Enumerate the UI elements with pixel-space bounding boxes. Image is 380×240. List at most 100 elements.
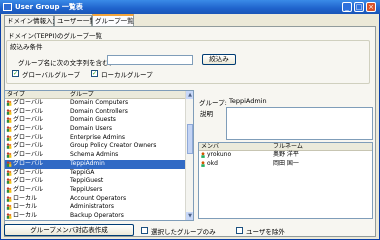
group-name: Domain Controllers xyxy=(70,107,128,115)
local-checkbox[interactable]: ✓ xyxy=(91,70,98,77)
group-list[interactable]: タイプ グループ グローバル Domain Computers グローバル Domai… xyxy=(4,90,194,221)
window-title: User Group 一覧表 xyxy=(15,3,83,11)
group-name: Domain Users xyxy=(70,125,112,133)
col-member-header[interactable]: メンバ xyxy=(201,143,219,151)
group-row[interactable]: グローバル Group Policy Creator Owners xyxy=(5,142,193,151)
group-row[interactable]: グローバル TeppiAdmin xyxy=(5,159,193,169)
group-icon xyxy=(6,109,12,115)
tab-group-list[interactable]: グループ一覧 xyxy=(92,14,134,26)
tab-user-list[interactable]: ユーザー一覧 xyxy=(54,15,96,26)
contains-input[interactable] xyxy=(107,55,193,65)
col-type-header[interactable]: タイプ xyxy=(7,91,25,99)
desc-label: 説明 xyxy=(200,110,213,118)
group-type: グローバル xyxy=(13,99,43,106)
group-name: Group Policy Creator Owners xyxy=(70,142,157,150)
member-id: yrokuno xyxy=(207,151,232,158)
scroll-thumb[interactable] xyxy=(187,124,193,154)
group-name: Domain Computers xyxy=(70,99,129,106)
user-icon xyxy=(201,161,205,167)
group-name: TeppiGA xyxy=(70,168,95,176)
group-icon xyxy=(6,152,12,158)
member-id: okd xyxy=(207,159,218,167)
group-type: グローバル xyxy=(13,177,43,185)
group-name: Backup Operators xyxy=(70,211,124,219)
close-button[interactable]: × xyxy=(366,2,376,12)
group-icon xyxy=(6,213,12,219)
member-fullname: 奥野 洋平 xyxy=(273,151,299,158)
create-table-button[interactable]: グループメンバ対応表作成 xyxy=(4,224,134,236)
filter-title: 絞込み条件 xyxy=(9,41,44,51)
group-row[interactable]: グローバル Domain Computers xyxy=(5,99,193,108)
group-row[interactable]: ローカル Administrators xyxy=(5,203,193,212)
panel-title: ドメイン(TEPPI)のグループ一覧 xyxy=(8,32,103,40)
group-icon xyxy=(6,169,12,176)
group-rows: グローバル Domain Computers グローバル Domain Control… xyxy=(5,99,193,220)
group-icon xyxy=(6,143,12,150)
group-type: グローバル xyxy=(13,185,43,193)
group-icon xyxy=(6,195,12,202)
group-type: グローバル xyxy=(13,151,43,159)
group-list-header: タイプ グループ xyxy=(5,91,193,99)
contains-label: グループ名に次の文字列を含む： xyxy=(18,59,116,67)
group-type: グローバル xyxy=(13,116,43,124)
selected-only-checkbox[interactable] xyxy=(141,227,148,234)
group-icon xyxy=(6,135,12,141)
group-type: ローカル xyxy=(13,194,38,202)
member-fullname: 岡田 国一 xyxy=(273,159,299,167)
group-name: Account Operators xyxy=(70,194,127,202)
group-type: グローバル xyxy=(13,168,43,176)
col-group-header[interactable]: グループ xyxy=(70,91,94,99)
group-label: グループ: xyxy=(199,99,227,107)
group-type: グローバル xyxy=(13,142,43,150)
group-row[interactable]: ローカル Backup Operators xyxy=(5,211,193,220)
member-rows: yrokuno 奥野 洋平 okd 岡田 国一 xyxy=(199,151,372,168)
title-bar: User Group 一覧表 xyxy=(0,0,380,14)
group-list-scrollbar[interactable]: ▲ ▼ xyxy=(185,91,193,220)
group-icon xyxy=(6,204,12,211)
local-label: ローカルグループ xyxy=(101,71,153,79)
group-row[interactable]: グローバル Schema Admins xyxy=(5,151,193,160)
group-name: Domain Guests xyxy=(70,116,116,124)
group-type: グローバル xyxy=(13,125,43,133)
maximize-button[interactable]: □ xyxy=(354,2,364,12)
group-name: TeppiAdmin xyxy=(70,159,105,167)
member-row[interactable]: okd 岡田 国一 xyxy=(199,160,372,169)
scroll-up-icon[interactable]: ▲ xyxy=(186,91,193,99)
group-icon xyxy=(6,100,12,106)
group-name-value: TeppiAdmin xyxy=(229,97,267,105)
group-name: Schema Admins xyxy=(70,151,119,159)
group-row[interactable]: グローバル TeppiUsers xyxy=(5,186,193,195)
group-icon xyxy=(6,126,12,132)
group-row[interactable]: ローカル Account Operators xyxy=(5,195,193,204)
col-fullname-header[interactable]: フルネーム xyxy=(273,143,303,151)
global-checkbox[interactable]: ✓ xyxy=(12,70,19,77)
user-icon xyxy=(201,152,205,158)
group-icon xyxy=(6,178,12,184)
member-list-header: メンバ フルネーム xyxy=(199,143,372,151)
group-type: グローバル xyxy=(13,159,43,167)
group-row[interactable]: グローバル Domain Users xyxy=(5,125,193,134)
exclude-users-checkbox[interactable] xyxy=(236,227,243,234)
group-icon xyxy=(6,187,12,193)
scroll-down-icon[interactable]: ▼ xyxy=(186,212,193,220)
exclude-users-label: ユーザを除外 xyxy=(246,228,285,236)
group-type: ローカル xyxy=(13,203,38,211)
search-button[interactable]: 絞込み xyxy=(202,54,236,65)
group-icon xyxy=(6,161,12,167)
member-row[interactable]: yrokuno 奥野 洋平 xyxy=(199,151,372,160)
group-name: TeppiUsers xyxy=(70,185,103,193)
global-label: グローバルグループ xyxy=(22,71,81,79)
member-list[interactable]: メンバ フルネーム yrokuno 奥野 洋平 okd 岡田 国一 xyxy=(198,142,373,219)
group-row[interactable]: グローバル TeppiGuest xyxy=(5,177,193,186)
minimize-button[interactable]: _ xyxy=(342,2,352,12)
group-name: Administrators xyxy=(70,203,115,211)
group-name: TeppiGuest xyxy=(70,177,104,185)
selected-only-label: 選択したグループのみ xyxy=(151,228,216,236)
group-type: ローカル xyxy=(13,211,38,219)
app-icon xyxy=(3,3,12,11)
group-icon xyxy=(6,117,12,124)
description-field[interactable] xyxy=(226,107,373,140)
group-row[interactable]: グローバル TeppiGA xyxy=(5,169,193,178)
tab-domain-info[interactable]: ドメイン情報入力 xyxy=(4,15,59,26)
group-row[interactable]: グローバル Domain Guests xyxy=(5,116,193,125)
